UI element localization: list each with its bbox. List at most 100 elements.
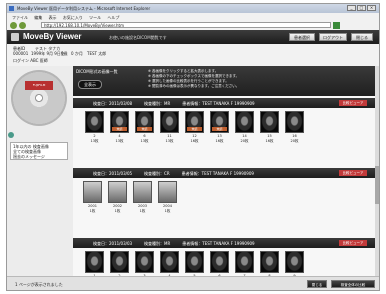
status-text: 1 ページが表示されました: [15, 282, 63, 287]
scan-image[interactable]: [133, 181, 152, 203]
image-count: 16枚: [215, 139, 224, 143]
image-thumbnail[interactable]: 1: [85, 251, 104, 276]
scan-image[interactable]: [160, 251, 179, 273]
scan-image[interactable]: [158, 181, 177, 203]
series-number: 13: [217, 134, 222, 138]
menu-view[interactable]: 表示: [49, 15, 57, 20]
scan-image[interactable]: [160, 111, 179, 133]
image-thumbnail[interactable]: 未読 12 16枚: [185, 111, 204, 145]
menu-favorites[interactable]: お気に入り: [63, 15, 83, 20]
image-thumbnail[interactable]: 未読 6 13枚: [135, 111, 154, 145]
menu-file[interactable]: ファイル: [12, 15, 28, 20]
menu-tools[interactable]: ツール: [89, 15, 101, 20]
series-number: 6: [143, 134, 146, 138]
image-thumbnail[interactable]: 未読 4 13枚: [110, 111, 129, 145]
image-thumbnail[interactable]: 9: [285, 251, 304, 276]
image-thumbnail[interactable]: 16 20枚: [285, 111, 304, 145]
patient-select-button[interactable]: 患者選択: [289, 33, 315, 41]
series-number: 11: [167, 134, 172, 138]
series-number: 2001: [88, 204, 97, 208]
image-thumbnail[interactable]: 3: [135, 251, 154, 276]
image-thumbnail[interactable]: 2001 1枚: [83, 181, 102, 215]
image-thumbnail[interactable]: 2004 1枚: [158, 181, 177, 215]
menu-help[interactable]: ヘルプ: [107, 15, 119, 20]
scan-image[interactable]: [235, 251, 254, 273]
study-info: 検査日：2011/03/08 検査種別：MR 患者情報：TEST TANAKA …: [93, 101, 255, 106]
close-button[interactable]: 閉じる: [351, 33, 373, 41]
image-thumbnail[interactable]: 7: [235, 251, 254, 276]
back-icon[interactable]: [10, 22, 17, 29]
scan-image[interactable]: [185, 251, 204, 273]
app-subtitle: お使いの施設名DICOM閲覧です: [109, 35, 167, 40]
series-number: 2004: [163, 204, 172, 208]
vertical-scrollbar[interactable]: [375, 66, 379, 276]
sidebar-links: 1年以内の 検査画像 全ての検査画像 過去のメッセージ: [10, 142, 68, 160]
study-header: 検査日：2011/03/08 検査種別：MR 患者情報：TEST TANAKA …: [73, 98, 375, 108]
compare-viewer-button[interactable]: 比較ビューア: [339, 170, 367, 176]
compare-all-button[interactable]: 検査全体の比較: [331, 280, 375, 288]
image-thumbnail[interactable]: 6: [210, 251, 229, 276]
image-count: 13枚: [90, 139, 99, 143]
image-thumbnail[interactable]: 15 16枚: [260, 111, 279, 145]
image-count: 13枚: [115, 139, 124, 143]
scan-image[interactable]: [110, 251, 129, 273]
disc-label: FUJIFILM: [25, 81, 53, 90]
patient-name: TEST 太郎: [87, 51, 107, 56]
address-input[interactable]: http://192.168.10.1/MoveBy/Viewer.htm: [41, 22, 331, 28]
footer-close-button[interactable]: 閉じる: [307, 280, 327, 288]
series-number: 12: [192, 134, 197, 138]
image-thumbnail[interactable]: 2 13枚: [85, 111, 104, 145]
patient-info: 患者ID 000001 テスト タナカ 1999年 9月 9日生 0歳 0 か月…: [7, 44, 379, 67]
app-header: MoveBy Viewer お使いの施設名DICOM閲覧です 患者選択 ログアウ…: [7, 30, 379, 44]
compare-viewer-button[interactable]: 比較ビューア: [339, 100, 367, 106]
image-thumbnail[interactable]: 4: [160, 251, 179, 276]
unread-badge: 未読: [137, 127, 152, 131]
image-thumbnail[interactable]: 2003 1枚: [133, 181, 152, 215]
logout-button[interactable]: ログアウト: [319, 33, 347, 41]
scan-image[interactable]: [135, 251, 154, 273]
disc-eject-icon[interactable]: [8, 132, 14, 138]
login-user: ログイン ABC 医師: [13, 58, 48, 63]
sidebar-link-messages[interactable]: 過去のメッセージ: [13, 154, 45, 160]
image-count: 1枚: [164, 209, 171, 213]
image-count: 1枚: [139, 209, 146, 213]
image-count: 16枚: [190, 139, 199, 143]
show-all-button[interactable]: 全表示: [78, 80, 102, 89]
main-content: DICOM形式の画像一覧 全表示 ※ 各画像をクリックすると拡大表示します。 ※…: [73, 66, 375, 276]
maximize-button[interactable]: □: [357, 5, 366, 11]
image-thumbnail[interactable]: 2: [110, 251, 129, 276]
menu-edit[interactable]: 編集: [34, 15, 42, 20]
series-number: 14: [242, 134, 247, 138]
scan-image[interactable]: [285, 251, 304, 273]
image-thumbnail[interactable]: 8: [260, 251, 279, 276]
image-thumbnail[interactable]: 未読 13 16枚: [210, 111, 229, 145]
scan-image[interactable]: [210, 251, 229, 273]
image-count: 16枚: [265, 139, 274, 143]
disc-icon: FUJIFILM: [11, 70, 67, 126]
image-thumbnail[interactable]: 14 20枚: [235, 111, 254, 145]
series-number: 2003: [138, 204, 147, 208]
unread-badge: 未読: [187, 127, 202, 131]
unread-badge: 未読: [112, 127, 127, 131]
scan-image[interactable]: [260, 251, 279, 273]
app-title: MoveBy Viewer: [23, 32, 82, 41]
scan-image[interactable]: [260, 111, 279, 133]
image-thumbnail[interactable]: 2002 1枚: [108, 181, 127, 215]
forward-icon[interactable]: [19, 22, 26, 29]
scrollbar-thumb[interactable]: [375, 166, 379, 204]
go-icon[interactable]: [333, 22, 340, 29]
image-thumbnail[interactable]: 5: [185, 251, 204, 276]
image-thumbnail[interactable]: 11 13枚: [160, 111, 179, 145]
scan-image[interactable]: [85, 251, 104, 273]
scan-image[interactable]: [285, 111, 304, 133]
scan-image[interactable]: [108, 181, 127, 203]
minimize-button[interactable]: _: [347, 5, 356, 11]
compare-viewer-button[interactable]: 比較ビューア: [339, 240, 367, 246]
scan-image[interactable]: [85, 111, 104, 133]
window-title: MoveBy Viewer 医用データ利用システム - Microsoft In…: [17, 6, 151, 11]
unread-badge: 未読: [212, 127, 227, 131]
close-window-button[interactable]: ×: [367, 5, 376, 11]
scan-image[interactable]: [83, 181, 102, 203]
status-bar: 1 ページが表示されました 閉じる 検査全体の比較: [7, 276, 379, 290]
scan-image[interactable]: [235, 111, 254, 133]
